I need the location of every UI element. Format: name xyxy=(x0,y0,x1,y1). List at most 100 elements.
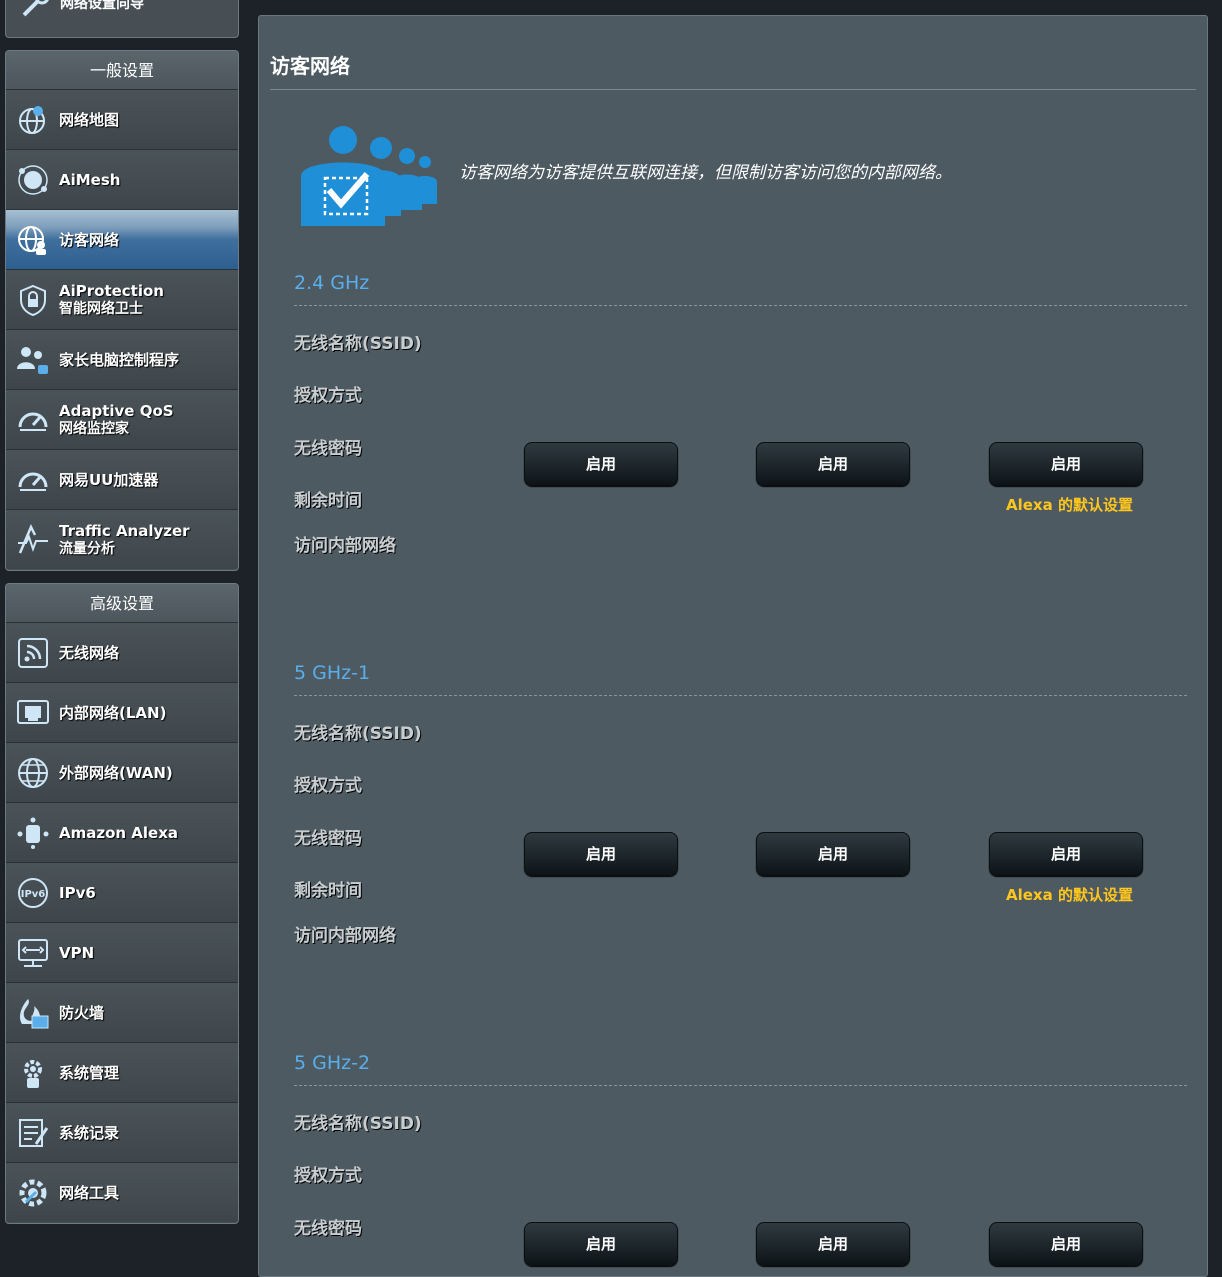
traffic-analyzer-icon xyxy=(14,521,52,559)
band-title: 2.4 GHz xyxy=(294,272,370,294)
band-divider xyxy=(294,1085,1187,1086)
sidebar-item-label: 无线网络 xyxy=(59,643,120,662)
enable-button[interactable]: 启用 xyxy=(524,442,678,486)
sidebar-item-label: 访客网络 xyxy=(59,230,120,249)
sidebar-item-sublabel: 流量分析 xyxy=(59,540,115,557)
band-divider xyxy=(294,695,1187,696)
sidebar-item-administration[interactable]: 系统管理 xyxy=(6,1043,238,1103)
general-settings-header: 一般设置 xyxy=(6,51,238,90)
sidebar-item-label: 系统记录 xyxy=(59,1123,120,1142)
sidebar-item-label: Amazon Alexa xyxy=(59,823,179,842)
sidebar-item-wan[interactable]: 外部网络(WAN) xyxy=(6,743,238,803)
sidebar-item-network-tools[interactable]: 网络工具 xyxy=(6,1163,238,1222)
sidebar-item-label: 外部网络(WAN) xyxy=(59,763,173,782)
quick-setup-label: 网络设置向导 xyxy=(60,0,144,12)
general-settings-box: 一般设置 网络地图 AiMesh 访客网络 AiProtection 智能网络卫… xyxy=(5,50,239,571)
auth-label: 授权方式 xyxy=(294,1166,362,1186)
wan-globe-icon xyxy=(14,754,52,792)
sidebar-item-system-log[interactable]: 系统记录 xyxy=(6,1103,238,1163)
ssid-label: 无线名称(SSID) xyxy=(294,1114,422,1134)
shield-lock-icon xyxy=(14,281,52,319)
band-divider xyxy=(294,305,1187,306)
firewall-icon xyxy=(14,994,52,1032)
title-divider xyxy=(270,89,1196,90)
password-label: 无线密码 xyxy=(294,829,362,849)
sidebar-item-sublabel: 智能网络卫士 xyxy=(59,300,143,317)
sidebar-item-label: 网络工具 xyxy=(59,1183,120,1202)
sidebar-item-vpn[interactable]: VPN xyxy=(6,923,238,983)
advanced-settings-header: 高级设置 xyxy=(6,584,238,623)
sidebar-item-label: 防火墙 xyxy=(59,1003,105,1022)
sidebar-item-uu-accelerator[interactable]: 网易UU加速器 xyxy=(6,450,238,510)
quick-setup-box[interactable]: 网络设置向导 xyxy=(5,0,239,38)
ssid-label: 无线名称(SSID) xyxy=(294,724,422,744)
sidebar-item-wireless[interactable]: 无线网络 xyxy=(6,623,238,683)
alexa-icon xyxy=(14,814,52,852)
remaining-time-label: 剩余时间 xyxy=(294,491,362,511)
advanced-settings-box: 高级设置 无线网络 内部网络(LAN) 外部网络(WAN) Amazon Ale… xyxy=(5,583,239,1224)
sidebar-item-guest-network[interactable]: 访客网络 xyxy=(6,210,238,270)
sidebar-item-label: VPN xyxy=(59,943,95,962)
guest-users-icon xyxy=(299,124,439,232)
alexa-default-note: Alexa 的默认设置 xyxy=(1006,496,1133,514)
enable-button[interactable]: 启用 xyxy=(756,442,910,486)
sidebar-item-label: AiMesh xyxy=(59,170,121,189)
sidebar-item-parental-control[interactable]: 家长电脑控制程序 xyxy=(6,330,238,390)
enable-button[interactable]: 启用 xyxy=(989,442,1143,486)
lan-icon xyxy=(14,694,52,732)
sidebar-item-label: 系统管理 xyxy=(59,1063,120,1082)
sidebar-item-aimesh[interactable]: AiMesh xyxy=(6,150,238,210)
sidebar-item-label: Traffic Analyzer xyxy=(59,521,190,540)
intro-text: 访客网络为访客提供互联网连接，但限制访客访问您的内部网络。 xyxy=(459,163,952,183)
intranet-access-label: 访问内部网络 xyxy=(294,926,396,946)
band-title: 5 GHz-1 xyxy=(294,662,371,684)
sidebar-item-aiprotection[interactable]: AiProtection 智能网络卫士 xyxy=(6,270,238,330)
svg-text:IPv6: IPv6 xyxy=(21,889,46,900)
auth-label: 授权方式 xyxy=(294,776,362,796)
sidebar-item-label: IPv6 xyxy=(59,883,96,902)
sidebar-item-lan[interactable]: 内部网络(LAN) xyxy=(6,683,238,743)
sidebar-item-traffic-analyzer[interactable]: Traffic Analyzer 流量分析 xyxy=(6,510,238,569)
enable-button[interactable]: 启用 xyxy=(524,1222,678,1266)
remaining-time-label: 剩余时间 xyxy=(294,881,362,901)
enable-button[interactable]: 启用 xyxy=(756,1222,910,1266)
sidebar-item-amazon-alexa[interactable]: Amazon Alexa xyxy=(6,803,238,863)
enable-button[interactable]: 启用 xyxy=(989,1222,1143,1266)
ipv6-icon: IPv6 xyxy=(14,874,52,912)
sidebar-item-label: AiProtection xyxy=(59,281,164,300)
speedometer-icon xyxy=(14,461,52,499)
speedometer-icon xyxy=(14,401,52,439)
sidebar-item-firewall[interactable]: 防火墙 xyxy=(6,983,238,1043)
sidebar-item-label: 内部网络(LAN) xyxy=(59,703,167,722)
network-map-icon xyxy=(14,101,52,139)
enable-button[interactable]: 启用 xyxy=(756,832,910,876)
sidebar-item-adaptive-qos[interactable]: Adaptive QoS 网络监控家 xyxy=(6,390,238,450)
ssid-label: 无线名称(SSID) xyxy=(294,334,422,354)
guest-network-icon xyxy=(14,221,52,259)
auth-label: 授权方式 xyxy=(294,386,362,406)
enable-button[interactable]: 启用 xyxy=(524,832,678,876)
parental-control-icon xyxy=(14,341,52,379)
alexa-default-note: Alexa 的默认设置 xyxy=(1006,886,1133,904)
band-title: 5 GHz-2 xyxy=(294,1052,371,1074)
admin-gear-icon xyxy=(14,1054,52,1092)
vpn-icon xyxy=(14,934,52,972)
intranet-access-label: 访问内部网络 xyxy=(294,536,396,556)
sidebar-item-ipv6[interactable]: IPv6 IPv6 xyxy=(6,863,238,923)
sidebar-item-label: 网易UU加速器 xyxy=(59,470,159,489)
sidebar-item-label: Adaptive QoS xyxy=(59,401,174,420)
aimesh-icon xyxy=(14,161,52,199)
network-tools-icon xyxy=(14,1174,52,1212)
wireless-icon xyxy=(14,634,52,672)
wizard-icon xyxy=(18,0,52,25)
enable-button[interactable]: 启用 xyxy=(989,832,1143,876)
page-title: 访客网络 xyxy=(270,54,350,78)
password-label: 无线密码 xyxy=(294,1219,362,1239)
sidebar-item-label: 家长电脑控制程序 xyxy=(59,350,180,369)
password-label: 无线密码 xyxy=(294,439,362,459)
sidebar-item-label: 网络地图 xyxy=(59,110,120,129)
sidebar-item-network-map[interactable]: 网络地图 xyxy=(6,90,238,150)
sidebar-item-sublabel: 网络监控家 xyxy=(59,420,129,437)
main-panel: 访客网络 访客网络为访客提供互联网连接，但限制访客访问您的内部网络。 2.4 G… xyxy=(258,15,1208,1277)
system-log-icon xyxy=(14,1114,52,1152)
